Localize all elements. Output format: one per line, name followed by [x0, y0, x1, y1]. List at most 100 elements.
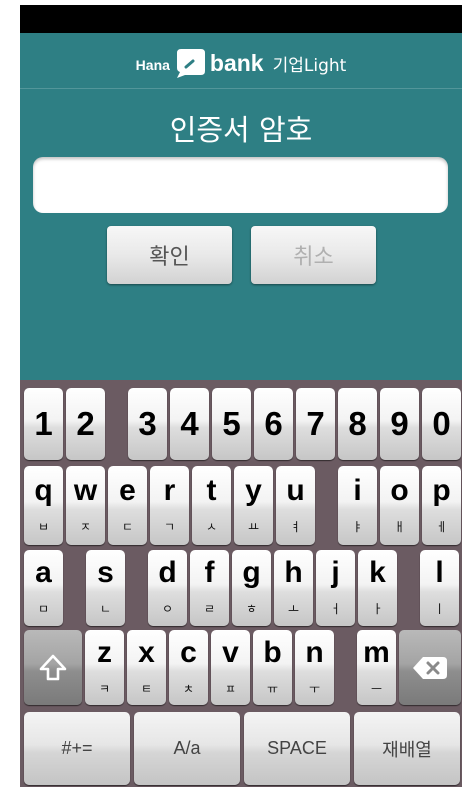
- key-jamo: ㅅ: [205, 520, 218, 534]
- key-jamo: ㅁ: [37, 602, 50, 616]
- rearrange-key[interactable]: 재배열: [354, 712, 460, 785]
- status-bar: [20, 5, 462, 33]
- key-label: #+=: [61, 738, 93, 758]
- keyboard-row-asdf: aㅁ sㄴ dㅇ fㄹ gㅎ hㅗ jㅓ kㅏ lㅣ: [24, 550, 459, 626]
- key-spacer: [318, 466, 335, 545]
- key-f[interactable]: fㄹ: [190, 550, 229, 626]
- keyboard-row-zxcv: zㅋ xㅌ cㅊ vㅍ bㅠ nㅜ mㅡ: [24, 630, 461, 705]
- key-5[interactable]: 5: [212, 388, 251, 460]
- key-u[interactable]: uㅕ: [276, 466, 315, 545]
- key-label: 9: [390, 405, 409, 442]
- key-s[interactable]: sㄴ: [86, 550, 125, 626]
- key-8[interactable]: 8: [338, 388, 377, 460]
- key-label: e: [119, 474, 136, 507]
- key-z[interactable]: zㅋ: [85, 630, 124, 705]
- key-label: c: [180, 636, 197, 669]
- space-key[interactable]: SPACE: [244, 712, 350, 785]
- key-o[interactable]: oㅐ: [380, 466, 419, 545]
- key-spacer: [128, 550, 145, 626]
- key-jamo: ㅇ: [161, 602, 174, 616]
- key-label: 6: [264, 405, 283, 442]
- key-jamo: ㄷ: [121, 520, 134, 534]
- key-y[interactable]: yㅛ: [234, 466, 273, 545]
- key-jamo: ㅠ: [266, 682, 279, 696]
- key-4[interactable]: 4: [170, 388, 209, 460]
- confirm-button[interactable]: 확인: [107, 226, 232, 284]
- key-label: q: [34, 474, 53, 507]
- key-h[interactable]: hㅗ: [274, 550, 313, 626]
- key-spacer: [108, 388, 125, 460]
- key-label: y: [245, 474, 262, 507]
- key-k[interactable]: kㅏ: [358, 550, 397, 626]
- key-label: 4: [180, 405, 199, 442]
- key-jamo: ㅈ: [79, 520, 92, 534]
- shift-arrow-icon: [39, 654, 67, 680]
- key-i[interactable]: iㅑ: [338, 466, 377, 545]
- key-1[interactable]: 1: [24, 388, 63, 460]
- key-label: w: [73, 474, 98, 507]
- key-j[interactable]: jㅓ: [316, 550, 355, 626]
- key-m[interactable]: mㅡ: [357, 630, 396, 705]
- key-b[interactable]: bㅠ: [253, 630, 292, 705]
- key-label: 0: [432, 405, 451, 442]
- backspace-key[interactable]: [399, 630, 461, 705]
- key-label: 2: [76, 405, 95, 442]
- key-g[interactable]: gㅎ: [232, 550, 271, 626]
- keyboard-row-numbers: 1 2 3 4 5 6 7 8 9 0: [24, 388, 461, 460]
- key-7[interactable]: 7: [296, 388, 335, 460]
- key-jamo: ㅕ: [289, 520, 302, 534]
- key-spacer: [66, 550, 83, 626]
- backspace-icon: [413, 656, 447, 679]
- key-label: h: [284, 556, 303, 589]
- key-v[interactable]: vㅍ: [211, 630, 250, 705]
- key-r[interactable]: rㄱ: [150, 466, 189, 545]
- symbols-key[interactable]: #+=: [24, 712, 130, 785]
- key-l[interactable]: lㅣ: [420, 550, 459, 626]
- key-label: d: [158, 556, 177, 589]
- key-label: p: [432, 474, 451, 507]
- key-label: 1: [34, 405, 53, 442]
- key-w[interactable]: wㅈ: [66, 466, 105, 545]
- cancel-button[interactable]: 취소: [251, 226, 376, 284]
- key-label: l: [435, 556, 444, 589]
- case-toggle-key[interactable]: A/a: [134, 712, 240, 785]
- key-label: o: [390, 474, 409, 507]
- key-spacer: [400, 550, 417, 626]
- key-label: a: [35, 556, 52, 589]
- certificate-password-input[interactable]: [33, 157, 448, 213]
- key-d[interactable]: dㅇ: [148, 550, 187, 626]
- key-label: t: [206, 474, 217, 507]
- key-label: f: [204, 556, 215, 589]
- key-9[interactable]: 9: [380, 388, 419, 460]
- key-t[interactable]: tㅅ: [192, 466, 231, 545]
- key-spacer: [337, 630, 354, 705]
- brand-hana-text: Hana: [135, 57, 170, 73]
- key-n[interactable]: nㅜ: [295, 630, 334, 705]
- key-jamo: ㅑ: [351, 520, 364, 534]
- brand-suffix-text: 기업Light: [272, 55, 347, 76]
- key-label: g: [242, 556, 261, 589]
- key-label: A/a: [173, 738, 201, 758]
- key-label: i: [353, 474, 362, 507]
- key-c[interactable]: cㅊ: [169, 630, 208, 705]
- key-q[interactable]: qㅂ: [24, 466, 63, 545]
- key-x[interactable]: xㅌ: [127, 630, 166, 705]
- key-jamo: ㅊ: [182, 682, 195, 696]
- key-e[interactable]: eㄷ: [108, 466, 147, 545]
- key-2[interactable]: 2: [66, 388, 105, 460]
- key-label: j: [331, 556, 340, 589]
- key-label: n: [305, 636, 324, 669]
- app-header: Hana bank 기업Light: [20, 44, 462, 82]
- shift-key[interactable]: [24, 630, 82, 705]
- key-label: x: [138, 636, 155, 669]
- key-jamo: ㄱ: [163, 520, 176, 534]
- key-a[interactable]: aㅁ: [24, 550, 63, 626]
- key-jamo: ㅎ: [245, 602, 258, 616]
- key-p[interactable]: pㅔ: [422, 466, 461, 545]
- key-jamo: ㅜ: [308, 682, 321, 696]
- key-jamo: ㅔ: [435, 520, 448, 534]
- key-label: s: [97, 556, 114, 589]
- key-0[interactable]: 0: [422, 388, 461, 460]
- key-6[interactable]: 6: [254, 388, 293, 460]
- key-3[interactable]: 3: [128, 388, 167, 460]
